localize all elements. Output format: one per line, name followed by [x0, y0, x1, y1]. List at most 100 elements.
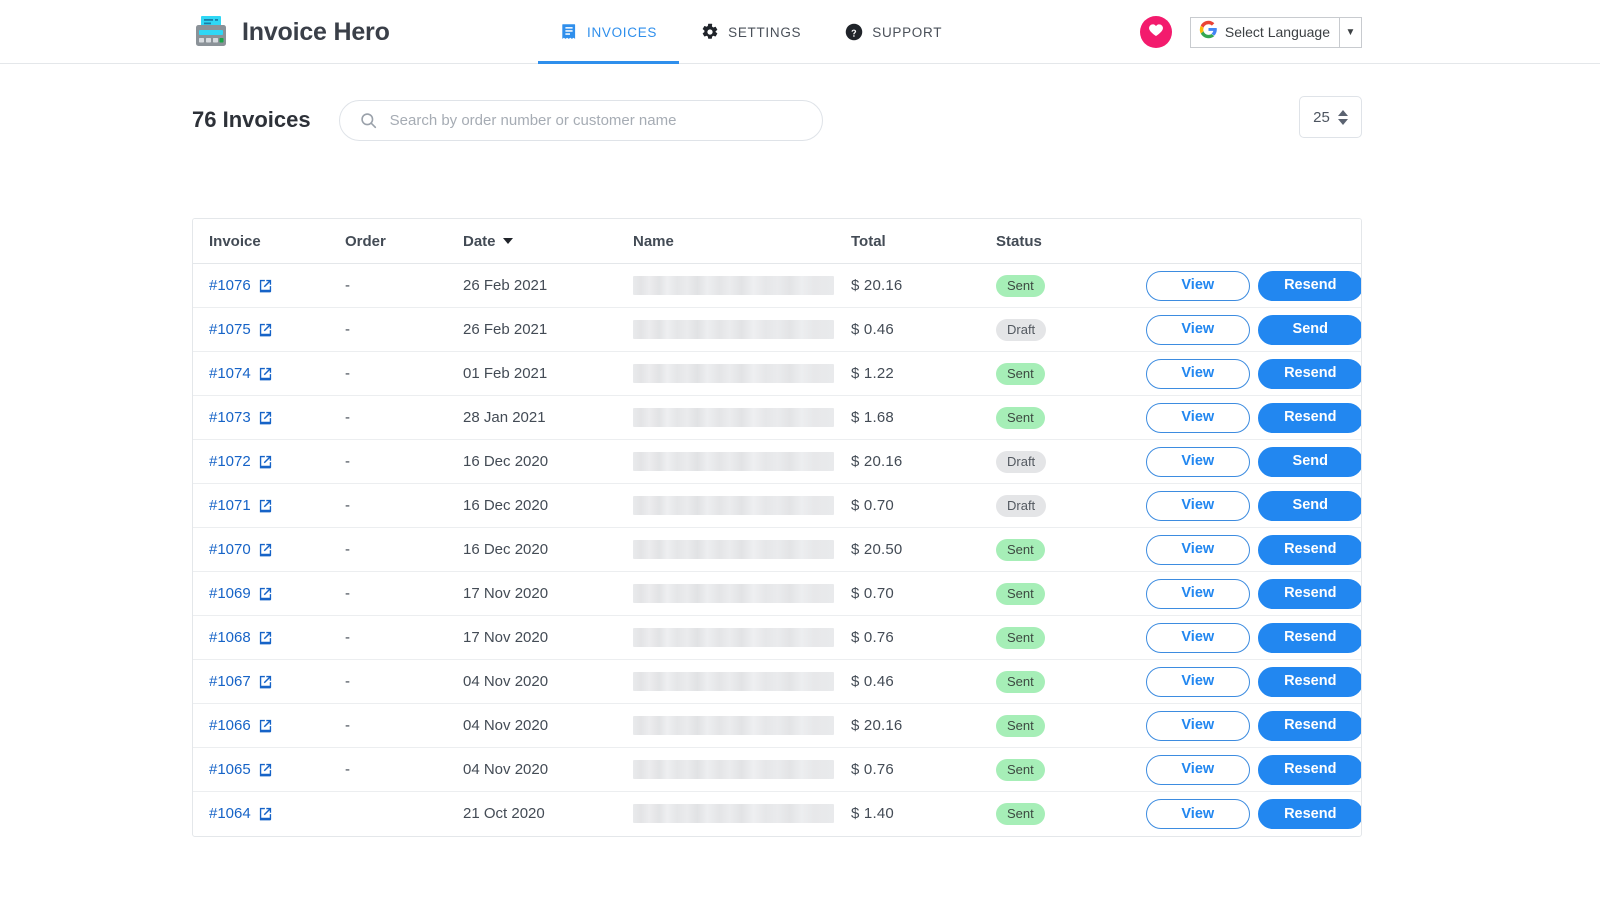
column-header-invoice[interactable]: Invoice [193, 219, 345, 264]
view-button[interactable]: View [1146, 491, 1250, 521]
cell-total: $ 1.68 [851, 396, 996, 440]
select-language-label: Select Language [1218, 24, 1339, 40]
invoice-link[interactable]: #1075 [209, 321, 273, 338]
cell-status: Sent [996, 352, 1146, 396]
invoice-link[interactable]: #1074 [209, 365, 273, 382]
order-value: - [345, 365, 350, 382]
invoice-number-label: #1070 [209, 541, 251, 558]
stepper-arrows-icon[interactable] [1338, 110, 1348, 125]
status-badge: Sent [996, 759, 1045, 781]
view-button[interactable]: View [1146, 623, 1250, 653]
invoice-link[interactable]: #1070 [209, 541, 273, 558]
resend-button[interactable]: Resend [1258, 359, 1362, 389]
total-value: $ 0.70 [851, 585, 894, 602]
cell-actions: View Resend [1146, 396, 1362, 440]
column-header-total[interactable]: Total [851, 219, 996, 264]
row-action-group: View Send [1146, 491, 1362, 521]
cell-invoice: #1066 [193, 704, 345, 748]
row-action-group: View Resend [1146, 711, 1362, 741]
invoice-link[interactable]: #1071 [209, 497, 273, 514]
date-value: 17 Nov 2020 [463, 629, 548, 646]
resend-button[interactable]: Resend [1258, 711, 1362, 741]
send-button[interactable]: Send [1258, 491, 1362, 521]
view-button[interactable]: View [1146, 403, 1250, 433]
row-action-group: View Resend [1146, 535, 1362, 565]
cell-name [633, 704, 851, 748]
cell-total: $ 1.22 [851, 352, 996, 396]
resend-button[interactable]: Resend [1258, 579, 1362, 609]
column-header-order[interactable]: Order [345, 219, 463, 264]
resend-button[interactable]: Resend [1258, 623, 1362, 653]
invoice-link[interactable]: #1066 [209, 717, 273, 734]
view-button[interactable]: View [1146, 799, 1250, 829]
view-button[interactable]: View [1146, 271, 1250, 301]
external-link-icon [258, 586, 273, 601]
favorite-heart-button[interactable] [1140, 16, 1172, 48]
external-link-icon [258, 366, 273, 381]
view-button[interactable]: View [1146, 579, 1250, 609]
column-header-name[interactable]: Name [633, 219, 851, 264]
order-value: - [345, 585, 350, 602]
send-button[interactable]: Send [1258, 315, 1362, 345]
table-row: #1068-17 Nov 2020$ 0.76SentViewResend [193, 616, 1362, 660]
cell-actions: View Send [1146, 484, 1362, 528]
view-button[interactable]: View [1146, 667, 1250, 697]
send-button[interactable]: Send [1258, 447, 1362, 477]
customer-name-redacted [633, 496, 834, 515]
cell-name [633, 264, 851, 308]
cell-total: $ 0.46 [851, 660, 996, 704]
invoice-link[interactable]: #1064 [209, 805, 273, 822]
view-button[interactable]: View [1146, 447, 1250, 477]
invoice-link[interactable]: #1076 [209, 277, 273, 294]
customer-name-redacted [633, 364, 834, 383]
invoice-link[interactable]: #1065 [209, 761, 273, 778]
total-value: $ 20.16 [851, 717, 902, 734]
receipt-icon [560, 23, 578, 41]
invoice-link[interactable]: #1068 [209, 629, 273, 646]
column-header-status[interactable]: Status [996, 219, 1146, 264]
column-header-date[interactable]: Date [463, 219, 633, 264]
table-row: #1073-28 Jan 2021$ 1.68SentViewResend [193, 396, 1362, 440]
row-action-group: View Resend [1146, 623, 1362, 653]
order-value: - [345, 277, 350, 294]
view-button[interactable]: View [1146, 711, 1250, 741]
invoice-link[interactable]: #1072 [209, 453, 273, 470]
invoice-link[interactable]: #1069 [209, 585, 273, 602]
view-button[interactable]: View [1146, 359, 1250, 389]
resend-button[interactable]: Resend [1258, 799, 1362, 829]
cell-date: 21 Oct 2020 [463, 792, 633, 836]
tab-invoices[interactable]: INVOICES [538, 0, 679, 64]
tab-support[interactable]: SUPPORT [823, 0, 964, 64]
chevron-down-icon[interactable]: ▼ [1339, 18, 1361, 47]
total-value: $ 1.40 [851, 805, 894, 822]
date-value: 26 Feb 2021 [463, 321, 547, 338]
customer-name-redacted [633, 628, 834, 647]
view-button[interactable]: View [1146, 755, 1250, 785]
cell-order: - [345, 704, 463, 748]
customer-name-redacted [633, 804, 834, 823]
resend-button[interactable]: Resend [1258, 403, 1362, 433]
cell-actions: View Resend [1146, 660, 1362, 704]
view-button[interactable]: View [1146, 315, 1250, 345]
resend-button[interactable]: Resend [1258, 755, 1362, 785]
search-input[interactable] [339, 100, 823, 141]
cell-total: $ 20.16 [851, 264, 996, 308]
cell-total: $ 0.76 [851, 616, 996, 660]
tab-settings[interactable]: SETTINGS [679, 0, 823, 64]
invoice-number-label: #1072 [209, 453, 251, 470]
resend-button[interactable]: Resend [1258, 667, 1362, 697]
invoice-number-label: #1065 [209, 761, 251, 778]
status-badge: Sent [996, 583, 1045, 605]
cell-total: $ 1.40 [851, 792, 996, 836]
resend-button[interactable]: Resend [1258, 271, 1362, 301]
per-page-stepper[interactable]: 25 [1299, 96, 1362, 138]
brand-logo-area[interactable]: Invoice Hero [192, 0, 390, 64]
cell-invoice: #1071 [193, 484, 345, 528]
invoice-link[interactable]: #1073 [209, 409, 273, 426]
invoice-link[interactable]: #1067 [209, 673, 273, 690]
resend-button[interactable]: Resend [1258, 535, 1362, 565]
select-language-dropdown[interactable]: Select Language ▼ [1190, 17, 1362, 48]
customer-name-redacted [633, 452, 834, 471]
view-button[interactable]: View [1146, 535, 1250, 565]
cell-actions: View Resend [1146, 792, 1362, 836]
